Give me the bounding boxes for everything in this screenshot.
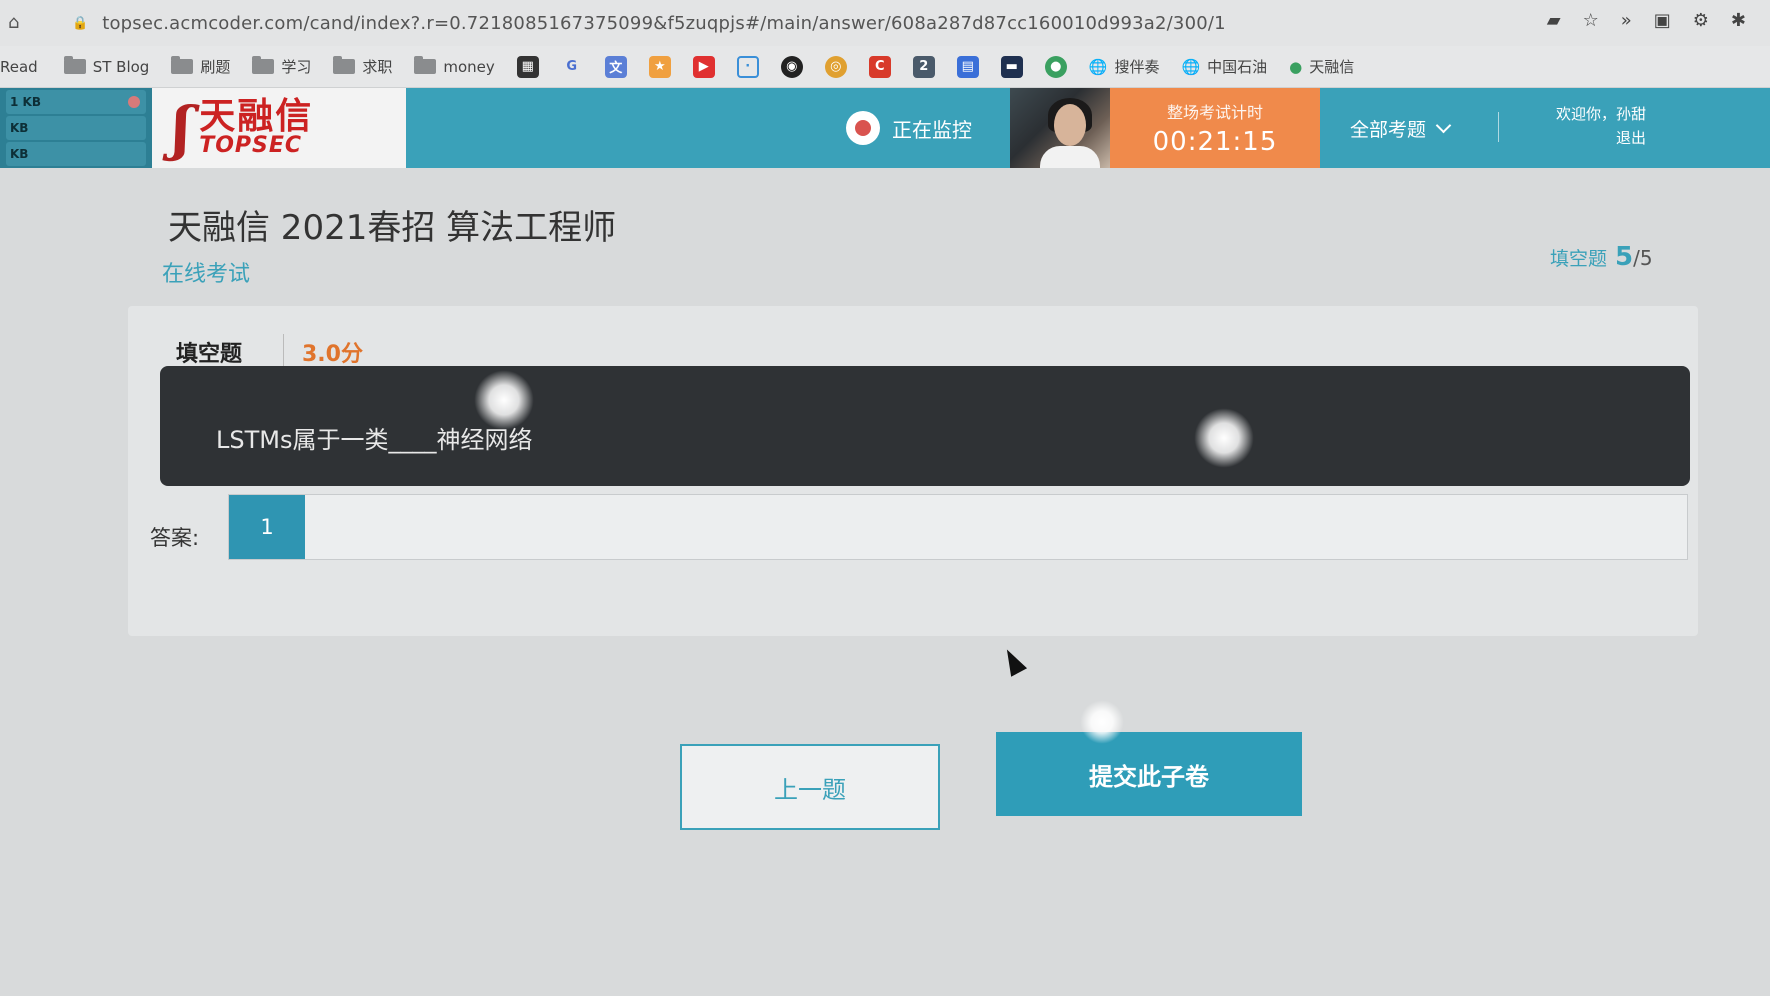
site-icon: ● bbox=[1289, 57, 1303, 76]
logo-text-cn: 天融信 bbox=[199, 96, 314, 137]
chrome-icon[interactable]: ◎ bbox=[824, 55, 847, 78]
system-monitor-panel: 1 KB KB KB bbox=[0, 88, 152, 168]
docs-icon[interactable]: ▤ bbox=[956, 55, 979, 78]
user-info: 欢迎你，孙甜 退出 bbox=[1520, 102, 1646, 150]
extension-icon[interactable]: ⚙ bbox=[1693, 10, 1709, 31]
star-icon[interactable]: ☆ bbox=[1583, 10, 1599, 31]
bookmarks-bar: Read ST Blog 刷题 学习 求职 money ▦ G 文 ★ ▶ · … bbox=[0, 46, 1770, 88]
address-bar: ⌂ 🔒 topsec.acmcoder.com/cand/index?.r=0.… bbox=[0, 0, 1770, 46]
folder-icon bbox=[63, 56, 86, 74]
extensions-more-icon[interactable]: » bbox=[1621, 10, 1632, 31]
camera-icon[interactable]: ▰ bbox=[1547, 10, 1561, 31]
logo-text-en: TOPSEC bbox=[199, 133, 303, 158]
bookmark-green-icon[interactable]: ● bbox=[1044, 55, 1067, 78]
header-divider bbox=[1498, 112, 1499, 142]
previous-question-button[interactable]: 上一题 bbox=[680, 744, 940, 830]
status-dot-icon bbox=[128, 96, 140, 108]
question-score: 3.0分 bbox=[302, 342, 363, 367]
progress-section-label: 填空题 bbox=[1550, 248, 1608, 270]
home-icon[interactable]: ⌂ bbox=[8, 12, 30, 34]
all-questions-dropdown[interactable]: 全部考题 bbox=[1350, 88, 1452, 168]
question-progress: 填空题 5/5 bbox=[1550, 242, 1653, 272]
monitoring-status: 正在监控 bbox=[846, 88, 972, 168]
chevron-down-icon bbox=[1435, 117, 1452, 133]
logout-link[interactable]: 退出 bbox=[1520, 126, 1646, 150]
blank-number: 1 bbox=[229, 495, 305, 559]
bilibili-icon[interactable]: · bbox=[736, 55, 759, 78]
bookmark-app-icon[interactable]: ▦ bbox=[516, 55, 539, 78]
lock-icon: 🔒 bbox=[72, 15, 89, 31]
timer-label: 整场考试计时 bbox=[1166, 103, 1263, 122]
monitoring-label: 正在监控 bbox=[892, 117, 972, 142]
submit-section-button[interactable]: 提交此子卷 bbox=[996, 732, 1302, 816]
exam-timer: 整场考试计时 00:21:15 bbox=[1110, 88, 1320, 168]
screen-glare bbox=[1194, 408, 1254, 468]
welcome-text: 欢迎你，孙甜 bbox=[1555, 105, 1646, 123]
exam-title: 天融信 2021春招 算法工程师 bbox=[168, 208, 617, 248]
company-logo: ʃ 天融信 TOPSEC bbox=[152, 88, 406, 168]
exam-subtitle: 在线考试 bbox=[162, 262, 251, 287]
monitor-row: KB bbox=[6, 116, 146, 140]
logo-swoosh-icon: ʃ bbox=[172, 94, 192, 162]
question-text: LSTMs属于一类____神经网络 bbox=[216, 426, 533, 454]
bookmark-st-blog[interactable]: ST Blog bbox=[63, 56, 149, 76]
url-field[interactable]: topsec.acmcoder.com/cand/index?.r=0.7218… bbox=[102, 13, 1226, 34]
google-icon[interactable]: G bbox=[561, 56, 583, 78]
bookmark-tianrongxin[interactable]: ● 天融信 bbox=[1289, 56, 1354, 77]
answer-input[interactable] bbox=[305, 495, 1687, 559]
answer-row: 1 bbox=[228, 494, 1688, 560]
bookmark-shuati[interactable]: 刷题 bbox=[171, 56, 230, 77]
progress-total: /5 bbox=[1633, 246, 1653, 270]
browser-toolbar-icons: ▰ ☆ » ▣ ⚙ ✱ bbox=[1547, 10, 1746, 31]
monitor-row: KB bbox=[6, 142, 146, 166]
bookmark-qiuzhi[interactable]: 求职 bbox=[333, 56, 392, 77]
webcam-preview bbox=[1010, 88, 1110, 168]
timer-value: 00:21:15 bbox=[1152, 127, 1278, 157]
bookmark-orange-icon[interactable]: ★ bbox=[648, 55, 671, 78]
globe-icon: 🌐 bbox=[1181, 57, 1201, 76]
bookmark-read[interactable]: Read bbox=[0, 58, 38, 76]
screen-glare bbox=[1080, 700, 1124, 744]
puzzle-icon[interactable]: ✱ bbox=[1731, 10, 1746, 31]
screen-glare bbox=[474, 370, 534, 430]
folder-icon bbox=[414, 56, 437, 74]
monitor-row: 1 KB bbox=[6, 90, 146, 114]
bookmark-2-icon[interactable]: 2 bbox=[912, 55, 935, 78]
github-icon[interactable]: ◉ bbox=[780, 55, 803, 78]
bookmark-dark-icon[interactable]: ▬ bbox=[1000, 55, 1023, 78]
reader-icon[interactable]: ▣ bbox=[1654, 10, 1671, 31]
bookmark-soubanzou[interactable]: 🌐 搜伴奏 bbox=[1089, 56, 1160, 77]
globe-icon: 🌐 bbox=[1088, 57, 1108, 76]
folder-icon bbox=[333, 56, 356, 74]
question-divider bbox=[283, 334, 284, 366]
translate-icon[interactable]: 文 bbox=[604, 55, 627, 78]
folder-icon bbox=[171, 56, 194, 74]
folder-icon bbox=[252, 56, 275, 74]
youtube-icon[interactable]: ▶ bbox=[692, 55, 715, 78]
answer-label: 答案: bbox=[150, 526, 200, 550]
csdn-icon[interactable]: C bbox=[868, 55, 891, 78]
webcam-icon bbox=[846, 111, 880, 145]
site-header: 1 KB KB KB ʃ 天融信 TOPSEC 正在监控 整场考试计时 00:2… bbox=[0, 88, 1770, 168]
bookmark-money[interactable]: money bbox=[414, 56, 495, 76]
question-type: 填空题 bbox=[176, 342, 243, 367]
bookmark-xuexi[interactable]: 学习 bbox=[252, 56, 311, 77]
progress-current: 5 bbox=[1615, 242, 1634, 272]
bookmark-zhongguoshiyou[interactable]: 🌐 中国石油 bbox=[1181, 56, 1267, 77]
mouse-cursor-icon bbox=[998, 645, 1028, 677]
